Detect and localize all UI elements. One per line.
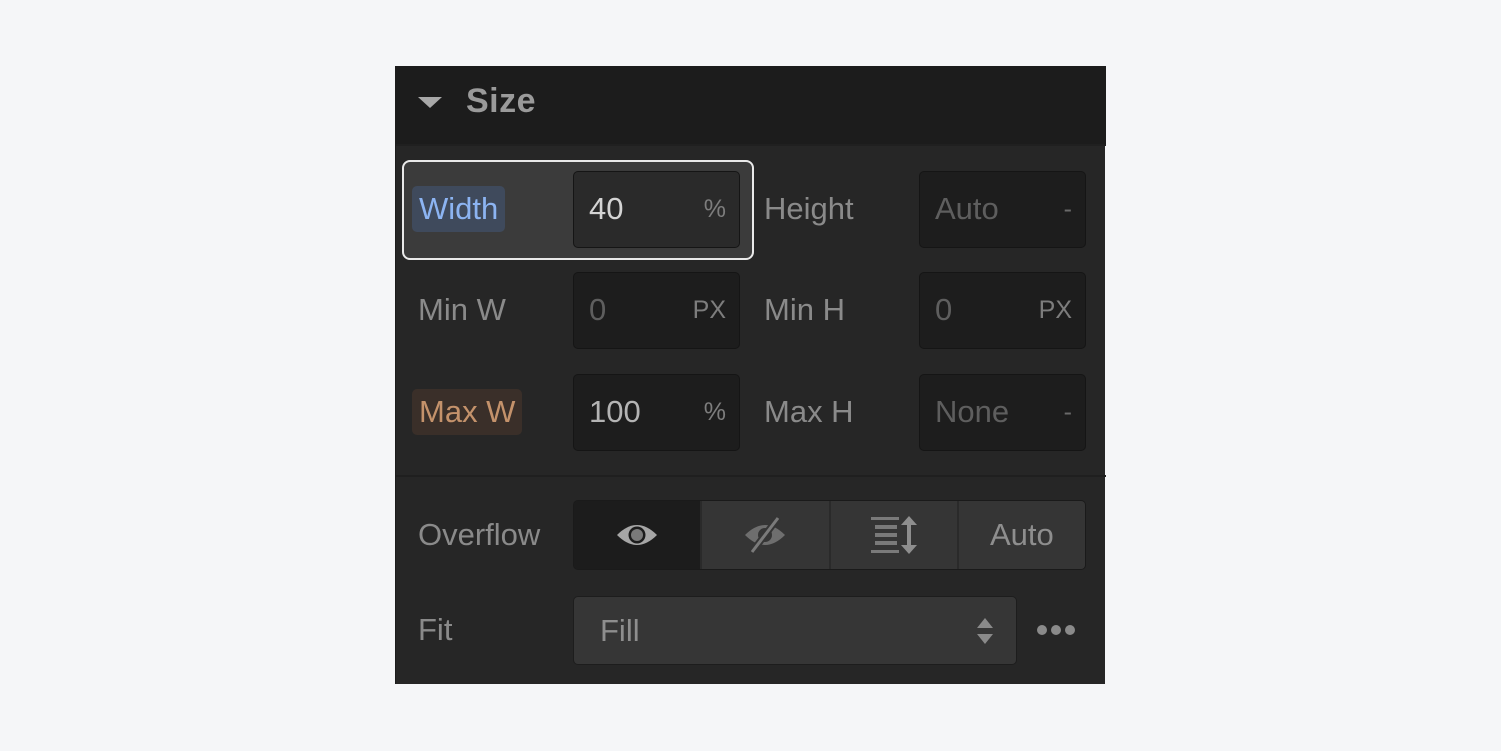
max-h-label[interactable]: Max H xyxy=(764,389,854,435)
width-input[interactable]: 40 % xyxy=(573,171,740,248)
width-label[interactable]: Width xyxy=(412,186,506,232)
section-divider xyxy=(396,475,1106,477)
max-w-unit[interactable]: % xyxy=(704,395,726,429)
height-unit[interactable]: - xyxy=(1064,192,1072,226)
min-h-value[interactable]: 0 xyxy=(935,291,952,329)
min-h-unit[interactable]: PX xyxy=(1039,293,1072,327)
fit-select[interactable]: Fill xyxy=(573,596,1017,665)
min-w-value[interactable]: 0 xyxy=(589,291,606,329)
overflow-label: Overflow xyxy=(418,517,541,552)
eye-slash-icon xyxy=(745,515,786,555)
width-value[interactable]: 40 xyxy=(589,190,623,228)
overflow-auto-button[interactable]: Auto xyxy=(956,501,1085,569)
overflow-visible-button[interactable] xyxy=(574,501,701,569)
height-label[interactable]: Height xyxy=(764,186,854,232)
max-w-label[interactable]: Max W xyxy=(412,389,523,435)
overflow-scroll-button[interactable] xyxy=(828,501,957,569)
height-input[interactable]: Auto - xyxy=(919,171,1086,248)
scroll-icon xyxy=(870,516,917,554)
max-w-value[interactable]: 100 xyxy=(589,393,641,431)
more-dot xyxy=(1037,625,1047,635)
fit-label: Fit xyxy=(418,612,453,647)
eye-icon xyxy=(617,525,658,545)
max-h-value[interactable]: None xyxy=(935,393,1009,431)
min-w-label[interactable]: Min W xyxy=(418,287,506,333)
min-h-label[interactable]: Min H xyxy=(764,287,845,333)
collapse-caret-icon[interactable] xyxy=(418,97,442,108)
height-value[interactable]: Auto xyxy=(935,190,999,228)
overflow-segmented-control: Auto xyxy=(573,500,1086,570)
max-w-input[interactable]: 100 % xyxy=(573,374,740,451)
more-dots-icon[interactable] xyxy=(1037,623,1075,637)
more-dot xyxy=(1065,625,1075,635)
max-h-input[interactable]: None - xyxy=(919,374,1086,451)
min-w-input[interactable]: 0 PX xyxy=(573,272,740,349)
overflow-hidden-button[interactable] xyxy=(700,501,829,569)
more-dot xyxy=(1051,625,1061,635)
select-arrows-icon xyxy=(977,618,993,644)
section-title: Size xyxy=(466,82,537,120)
max-h-unit[interactable]: - xyxy=(1064,395,1072,429)
fit-selected-value[interactable]: Fill xyxy=(600,612,640,650)
section-header[interactable]: Size xyxy=(396,66,1106,146)
width-unit[interactable]: % xyxy=(704,192,726,226)
min-h-input[interactable]: 0 PX xyxy=(919,272,1086,349)
min-w-unit[interactable]: PX xyxy=(693,293,726,327)
size-panel: Size Width 40 % Height Auto - Min W 0 PX… xyxy=(395,66,1106,684)
